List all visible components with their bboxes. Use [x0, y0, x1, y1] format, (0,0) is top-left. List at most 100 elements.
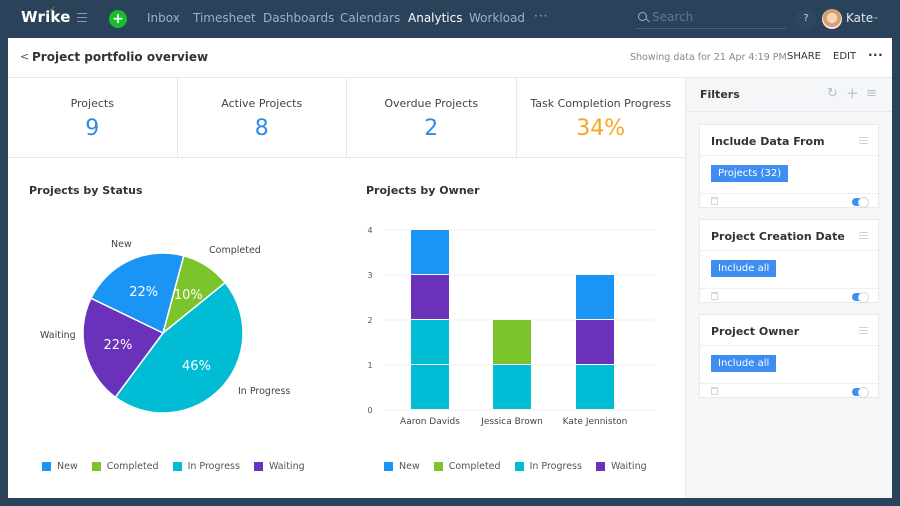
pie-data-label-waiting: 22%: [103, 338, 132, 353]
dashboard-header: < Project portfolio overview Showing dat…: [8, 38, 892, 78]
filter-toggle[interactable]: [852, 197, 869, 208]
edit-button[interactable]: EDIT: [833, 51, 856, 62]
bar-segment-waiting[interactable]: [576, 320, 614, 364]
search-icon: [638, 12, 647, 21]
chevron-down-icon[interactable]: ⌄: [872, 12, 880, 22]
drag-handle-icon[interactable]: [859, 232, 868, 239]
nav-inbox[interactable]: Inbox: [147, 11, 180, 25]
kpi-label: Overdue Projects: [384, 97, 479, 110]
drag-handle-icon[interactable]: [859, 137, 868, 144]
divider: [700, 383, 878, 384]
filter-chip[interactable]: Include all: [711, 355, 777, 372]
filter-chip[interactable]: Projects (32): [711, 165, 789, 182]
bar-segment-in-progress[interactable]: [576, 365, 614, 409]
bar-segment-new[interactable]: [411, 230, 449, 274]
kpi-active-projects: Active Projects 8: [178, 78, 347, 157]
legend-item-completed[interactable]: Completed: [433, 461, 501, 472]
nav-dashboards[interactable]: Dashboards: [263, 11, 334, 25]
legend-swatch: [595, 462, 605, 471]
pie-label-completed: Completed: [209, 245, 261, 256]
kpi-value: 34%: [576, 116, 626, 141]
menu-icon[interactable]: ≡: [866, 86, 877, 101]
kpi-task-completion: Task Completion Progress 34%: [517, 78, 686, 157]
back-icon[interactable]: <: [20, 50, 29, 63]
filter-toggle[interactable]: [852, 387, 869, 398]
pie-chart: 10% 46% 22% 22%: [82, 252, 244, 414]
nav-more-button[interactable]: ···: [534, 9, 548, 23]
filter-chip[interactable]: Include all: [711, 260, 777, 277]
divider: [700, 345, 878, 346]
filter-title: Project Owner: [711, 325, 800, 338]
x-tick-label: Jessica Brown: [480, 417, 543, 427]
legend-item-new[interactable]: New: [42, 461, 78, 472]
bar-segment-in-progress[interactable]: [411, 320, 449, 364]
search-box[interactable]: [636, 8, 786, 29]
bar-segment-new[interactable]: [576, 275, 614, 319]
drag-handle-icon[interactable]: [859, 327, 868, 334]
filter-title: Include Data From: [711, 135, 825, 148]
more-options-button[interactable]: ···: [868, 48, 883, 62]
legend-item-in-progress[interactable]: In Progress: [514, 461, 582, 472]
top-nav: Wrike ✓ + Inbox Timesheet Dashboards Cale…: [0, 0, 900, 38]
nav-analytics[interactable]: Analytics: [408, 11, 463, 25]
legend-swatch: [91, 462, 101, 471]
legend-swatch: [42, 462, 51, 471]
filter-toggle[interactable]: [852, 292, 869, 303]
reset-icon[interactable]: ↻: [827, 86, 838, 101]
kpi-overdue-projects: Overdue Projects 2: [347, 78, 517, 157]
x-tick-label: Kate Jenniston: [563, 417, 628, 427]
add-button[interactable]: +: [109, 10, 127, 28]
menu-icon[interactable]: [77, 13, 87, 22]
nav-calendars[interactable]: Calendars: [340, 11, 400, 25]
pie-legend: New Completed In Progress Waiting: [42, 461, 305, 472]
filter-card-project-creation-date: Project Creation Date Include all: [699, 219, 879, 303]
pie-label-in-progress: In Progress: [238, 386, 291, 397]
divider: [700, 250, 878, 251]
dashboard-panel: < Project portfolio overview Showing dat…: [8, 38, 892, 498]
wrike-logo[interactable]: Wrike ✓: [21, 5, 71, 26]
legend-swatch: [433, 462, 443, 471]
search-input[interactable]: [652, 10, 782, 24]
legend-item-waiting[interactable]: Waiting: [595, 461, 647, 472]
y-tick-label: 4: [367, 226, 372, 235]
y-tick-label: 2: [367, 316, 372, 325]
page-title: Project portfolio overview: [32, 50, 209, 64]
bar-segment-in-progress[interactable]: [411, 365, 449, 409]
bar-legend: New Completed In Progress Waiting: [384, 461, 647, 472]
trash-icon[interactable]: [711, 292, 718, 300]
share-button[interactable]: SHARE: [787, 51, 821, 62]
legend-item-completed[interactable]: Completed: [91, 461, 159, 472]
filter-card-project-owner: Project Owner Include all: [699, 314, 879, 398]
bar-segment-completed[interactable]: [493, 320, 531, 364]
kpi-label: Projects: [70, 97, 114, 110]
nav-timesheet[interactable]: Timesheet: [193, 11, 256, 25]
trash-icon[interactable]: [711, 197, 718, 205]
pie-data-label-completed: 10%: [174, 288, 203, 303]
filters-panel: Filters ↻ + ≡ Include Data From Projects…: [686, 78, 892, 498]
pie-label-waiting: Waiting: [40, 330, 76, 341]
filters-title: Filters: [700, 88, 740, 101]
legend-item-new[interactable]: New: [384, 461, 420, 472]
user-name[interactable]: Kate: [846, 11, 873, 25]
y-tick-label: 0: [367, 406, 372, 415]
legend-item-in-progress[interactable]: In Progress: [172, 461, 240, 472]
help-button[interactable]: ?: [796, 9, 816, 29]
divider: [700, 288, 878, 289]
trash-icon[interactable]: [711, 387, 718, 395]
nav-workload[interactable]: Workload: [469, 11, 525, 25]
y-tick-label: 1: [367, 361, 372, 370]
legend-swatch: [384, 462, 393, 471]
logo-check-icon: ✓: [49, 5, 56, 14]
avatar[interactable]: [822, 9, 842, 29]
kpi-value: 2: [424, 116, 439, 141]
legend-swatch: [172, 462, 182, 471]
bar-segment-in-progress[interactable]: [493, 365, 531, 409]
legend-item-waiting[interactable]: Waiting: [253, 461, 305, 472]
bar-chart: 0 1 2 3 4 Aaron Davids Jessica Brown Kate Jenni…: [367, 226, 655, 427]
kpi-value: 9: [85, 116, 100, 141]
data-timestamp: Showing data for 21 Apr 4:19 PM: [630, 52, 787, 63]
bar-segment-waiting[interactable]: [411, 275, 449, 319]
pie-data-label-in-progress: 46%: [182, 359, 211, 374]
pie-label-new: New: [111, 239, 132, 250]
add-filter-icon[interactable]: +: [846, 84, 859, 102]
